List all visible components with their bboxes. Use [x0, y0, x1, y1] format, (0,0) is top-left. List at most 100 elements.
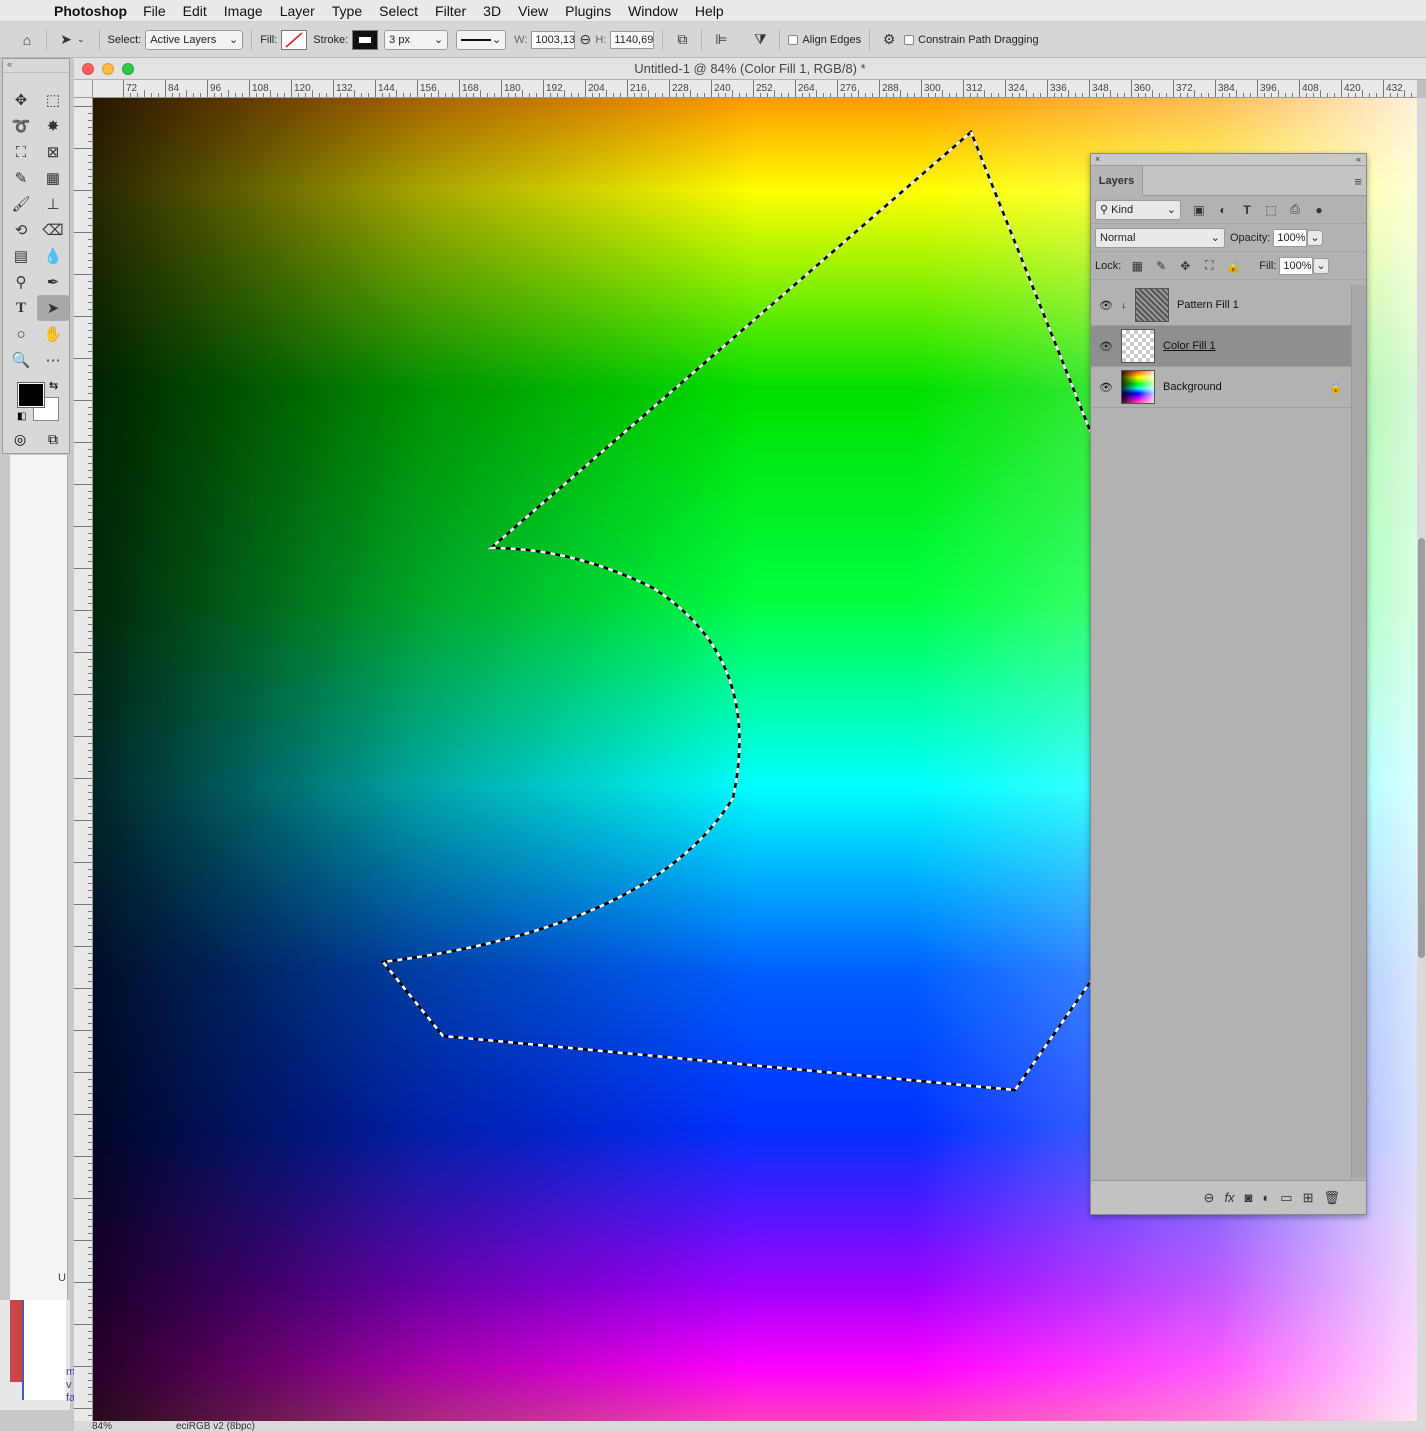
type-layer-filter-icon[interactable]: T [1235, 203, 1259, 217]
home-icon[interactable]: ⌂ [16, 29, 38, 51]
trash-icon[interactable]: 🗑 [1323, 1190, 1340, 1206]
link-layers-icon[interactable]: ⊖ [1204, 1190, 1215, 1206]
pixel-layer-filter-icon[interactable]: ▣ [1187, 203, 1211, 217]
collapse-icon[interactable]: « [1356, 154, 1361, 164]
fill-dropdown[interactable]: ⌄ [1313, 257, 1330, 274]
minimize-button[interactable] [102, 63, 114, 75]
lock-transparency-icon[interactable]: ▦ [1125, 259, 1149, 273]
new-adjustment-layer-icon[interactable]: ◐ [1262, 1190, 1270, 1205]
quick-mask-icon[interactable]: ◎ [14, 431, 26, 448]
menu-window[interactable]: Window [628, 3, 678, 19]
scrollbar-thumb[interactable] [1418, 538, 1425, 958]
zoom-button[interactable] [122, 63, 134, 75]
menu-3d[interactable]: 3D [483, 3, 501, 19]
history-brush-tool-icon[interactable]: ⟲ [5, 217, 37, 243]
path-arrangement-icon[interactable]: ⧩ [749, 29, 771, 51]
path-selection-tool-icon[interactable]: ➤ [55, 29, 77, 51]
marquee-tool-icon[interactable]: ⬚ [37, 87, 69, 113]
type-tool-icon[interactable]: T [5, 295, 37, 321]
path-alignment-icon[interactable]: ⊫ [710, 29, 732, 51]
lock-position-icon[interactable]: ✥ [1173, 259, 1197, 273]
stroke-type-dropdown[interactable]: ⌄ [456, 29, 507, 50]
lock-all-icon[interactable]: 🔒 [1221, 259, 1245, 273]
opacity-dropdown[interactable]: ⌄ [1307, 229, 1324, 246]
fx-icon[interactable]: fx [1224, 1190, 1234, 1205]
horizontal-ruler[interactable]: 72 84 96 108 120 132 144 156 168 180 192 204 216 228 2… [93, 80, 1417, 98]
lock-pixels-icon[interactable]: ✎ [1149, 259, 1173, 273]
new-group-icon[interactable]: ▭ [1280, 1190, 1292, 1206]
app-menu[interactable]: Photoshop [54, 3, 127, 19]
constrain-path-checkbox[interactable]: Constrain Path Dragging [904, 34, 1039, 46]
menu-help[interactable]: Help [695, 3, 724, 19]
menu-edit[interactable]: Edit [183, 3, 207, 19]
brush-tool-icon[interactable]: 🖌 [5, 191, 37, 217]
tab-layers[interactable]: Layers [1091, 166, 1143, 196]
layer-row-color-fill[interactable]: 👁 Color Fill 1 [1091, 326, 1351, 367]
opacity-field[interactable]: 100% [1273, 228, 1308, 247]
fill-field[interactable]: 100% [1279, 256, 1314, 275]
menu-filter[interactable]: Filter [435, 3, 466, 19]
stamp-tool-icon[interactable]: ⊥ [37, 191, 69, 217]
eye-icon[interactable]: 👁 [1091, 299, 1121, 312]
hand-tool-icon[interactable]: ✋ [37, 321, 69, 347]
menu-layer[interactable]: Layer [280, 3, 315, 19]
adjustment-layer-filter-icon[interactable]: ◐ [1211, 203, 1235, 217]
layer-row-background[interactable]: 👁 Background 🔒 [1091, 367, 1351, 408]
screen-mode-icon[interactable]: ⧉ [48, 431, 58, 448]
swap-colors-icon[interactable]: ⇆ [49, 379, 58, 392]
default-colors-icon[interactable]: ◧ [17, 411, 26, 422]
eyedropper-tool-icon[interactable]: ✎ [5, 165, 37, 191]
close-button[interactable] [82, 63, 94, 75]
more-tools-icon[interactable]: ⋯ [37, 347, 69, 373]
healing-brush-tool-icon[interactable]: ▦ [37, 165, 69, 191]
menu-view[interactable]: View [518, 3, 548, 19]
vertical-ruler[interactable] [74, 98, 93, 1421]
chevron-down-icon[interactable]: ⌄ [77, 34, 85, 45]
width-field[interactable]: 1003,13 [531, 30, 576, 49]
foreground-color-swatch[interactable] [17, 382, 45, 408]
zoom-tool-icon[interactable]: 🔍 [5, 347, 37, 373]
crop-tool-icon[interactable]: ⛶ [5, 139, 37, 165]
shape-layer-filter-icon[interactable]: ⬚ [1259, 203, 1283, 217]
vertical-scrollbar[interactable] [1417, 98, 1426, 1421]
filter-toggle-icon[interactable]: ● [1307, 203, 1331, 217]
direct-selection-tool-icon[interactable]: ➤ [37, 295, 69, 321]
add-mask-icon[interactable]: ◙ [1245, 1190, 1253, 1205]
layers-scrollbar[interactable] [1351, 285, 1366, 1178]
document-tab[interactable]: Untitled-1 @ 84% (Color Fill 1, RGB/8) * [74, 58, 1426, 80]
frame-tool-icon[interactable]: ⊠ [37, 139, 69, 165]
panel-menu-icon[interactable]: ≡ [1354, 174, 1362, 189]
eraser-tool-icon[interactable]: ⌫ [37, 217, 69, 243]
stroke-swatch[interactable] [352, 29, 379, 50]
lasso-tool-icon[interactable]: ➰ [5, 113, 37, 139]
filter-kind-dropdown[interactable]: ⚲ Kind ⌄ [1095, 199, 1181, 220]
lock-artboard-icon[interactable]: ⛶ [1197, 258, 1221, 273]
magic-wand-tool-icon[interactable]: ✸ [37, 113, 69, 139]
ellipse-tool-icon[interactable]: ○ [5, 321, 37, 347]
smart-object-filter-icon[interactable]: ⎙ [1283, 202, 1307, 217]
select-dropdown[interactable]: Active Layers ⌄ [145, 29, 244, 50]
fill-swatch[interactable] [281, 29, 308, 50]
link-icon[interactable]: ⊖ [575, 29, 595, 51]
blur-tool-icon[interactable]: 💧 [37, 243, 69, 269]
new-layer-icon[interactable]: ⊞ [1303, 1190, 1314, 1206]
dodge-tool-icon[interactable]: ⚲ [5, 269, 37, 295]
eye-icon[interactable]: 👁 [1091, 340, 1121, 353]
collapse-icon[interactable]: « [3, 59, 69, 73]
menu-select[interactable]: Select [379, 3, 418, 19]
close-icon[interactable]: × [1095, 154, 1100, 164]
move-tool-icon[interactable]: ✥ [5, 87, 37, 113]
menu-type[interactable]: Type [332, 3, 362, 19]
gear-icon[interactable]: ⚙ [878, 29, 900, 51]
layer-row-pattern-fill[interactable]: 👁 ↓ Pattern Fill 1 [1091, 285, 1351, 326]
pen-tool-icon[interactable]: ✒ [37, 269, 69, 295]
menu-plugins[interactable]: Plugins [565, 3, 611, 19]
gradient-tool-icon[interactable]: ▤ [5, 243, 37, 269]
zoom-level[interactable]: 84% [92, 1421, 112, 1431]
ruler-origin[interactable] [74, 80, 93, 98]
path-operations-icon[interactable]: ⧉ [671, 29, 693, 51]
menu-file[interactable]: File [143, 3, 166, 19]
blend-mode-dropdown[interactable]: Normal ⌄ [1095, 227, 1225, 248]
height-field[interactable]: 1140,69 [610, 30, 655, 49]
align-edges-checkbox[interactable]: Align Edges [788, 34, 861, 46]
